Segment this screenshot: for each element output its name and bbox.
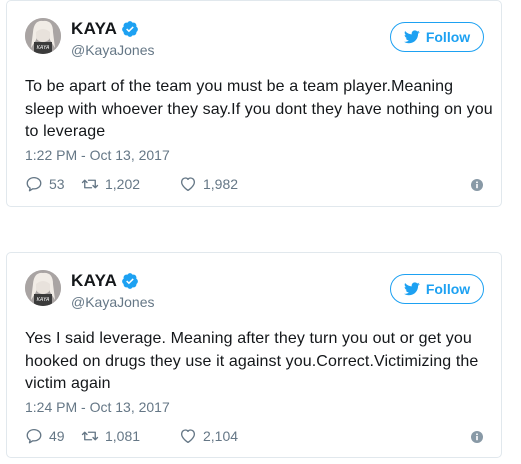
reply-count: 53 <box>49 176 65 192</box>
follow-label: Follow <box>425 281 471 297</box>
tweet-text: Yes I said leverage. Meaning after they … <box>25 330 479 392</box>
twitter-bird-icon <box>403 282 420 296</box>
info-icon[interactable] <box>471 431 483 443</box>
retweet-count: 1,081 <box>105 428 141 444</box>
heart-icon <box>180 429 196 444</box>
reply-icon <box>26 428 42 444</box>
follow-label: Follow <box>425 29 471 45</box>
avatar-logo-text: KAYA <box>37 45 50 51</box>
avatar[interactable]: KAYA <box>25 270 61 306</box>
timestamp[interactable]: 1:22 PM - Oct 13, 2017 <box>25 147 170 163</box>
timestamp[interactable]: 1:24 PM - Oct 13, 2017 <box>25 399 170 415</box>
retweet-icon <box>81 179 99 189</box>
retweet-icon <box>81 431 99 441</box>
display-name[interactable]: KAYA <box>71 19 117 39</box>
like-button[interactable]: 2,104 <box>179 427 238 445</box>
reply-button[interactable]: 49 <box>25 427 73 445</box>
action-bar: 53 1,202 1,982 <box>25 175 238 193</box>
heart-icon <box>180 177 196 192</box>
follow-button[interactable]: Follow <box>390 22 484 52</box>
avatar[interactable]: KAYA <box>25 18 61 54</box>
reply-icon <box>26 176 42 192</box>
like-count: 1,982 <box>203 176 239 192</box>
verified-badge-icon <box>122 273 139 289</box>
retweet-button[interactable]: 1,081 <box>81 427 169 445</box>
like-button[interactable]: 1,982 <box>179 175 238 193</box>
tweet-card[interactable]: KAYA KAYA @KayaJones Follow Yes I said l… <box>6 252 502 458</box>
tweet-card[interactable]: KAYA KAYA @KayaJones Follow To be apart … <box>6 0 502 207</box>
display-name[interactable]: KAYA <box>71 271 117 291</box>
info-icon[interactable] <box>471 179 483 191</box>
handle[interactable]: @KayaJones <box>71 294 154 310</box>
avatar-logo-text: KAYA <box>37 297 50 303</box>
follow-button[interactable]: Follow <box>390 274 484 304</box>
retweet-button[interactable]: 1,202 <box>81 175 169 193</box>
handle[interactable]: @KayaJones <box>71 42 154 58</box>
tweet-text: To be apart of the team you must be a te… <box>25 78 493 140</box>
action-bar: 49 1,081 2,104 <box>25 427 238 445</box>
verified-badge-icon <box>122 21 139 37</box>
reply-button[interactable]: 53 <box>25 175 73 193</box>
like-count: 2,104 <box>203 428 239 444</box>
twitter-bird-icon <box>403 30 420 44</box>
reply-count: 49 <box>49 428 65 444</box>
retweet-count: 1,202 <box>105 176 141 192</box>
